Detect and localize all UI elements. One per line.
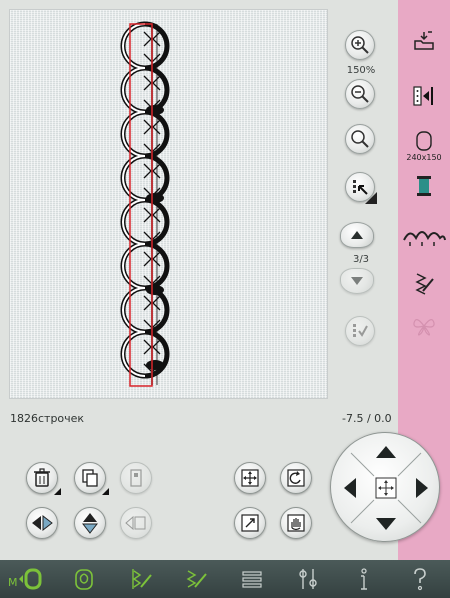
select-tool-button[interactable]: [345, 172, 377, 204]
svg-text:M: M: [8, 576, 18, 589]
stitch-program-button[interactable]: [398, 262, 450, 306]
dpad-down-icon: [376, 518, 396, 530]
mirror-horizontal-icon: [32, 515, 53, 531]
rotate-icon: [287, 469, 305, 487]
page-down-button[interactable]: [340, 268, 374, 294]
settings-icon: [299, 569, 317, 589]
taskbar-list[interactable]: [224, 560, 280, 598]
copy-icon: [82, 469, 98, 487]
thread-spool-icon: [417, 176, 431, 196]
dpad-up-icon: [376, 446, 396, 458]
stitch-count: 1826строчек: [10, 412, 85, 425]
butterfly-button[interactable]: [398, 304, 450, 348]
hoop-button[interactable]: 240x150: [398, 124, 450, 168]
dpad-left-icon: [344, 478, 356, 498]
scale-icon: [241, 514, 259, 532]
move-icon: [241, 469, 259, 487]
open-folder-icon: [414, 31, 434, 50]
taskbar-settings[interactable]: [280, 560, 336, 598]
zoom-out-icon: [351, 85, 369, 103]
taskbar: M: [0, 560, 450, 598]
list-icon: [242, 571, 262, 588]
embroidery-design-button[interactable]: [398, 214, 450, 258]
taskbar-stitch-program[interactable]: [168, 560, 224, 598]
embroidery-canvas[interactable]: [9, 9, 328, 399]
arrow-down-icon: [351, 277, 363, 285]
stitch-program-icon: [415, 273, 434, 295]
scale-button[interactable]: [234, 507, 266, 539]
trash-icon: [34, 468, 50, 487]
zoom-in-icon: [351, 36, 369, 54]
taskbar-stitch-edit[interactable]: [112, 560, 168, 598]
dpad-right-icon: [416, 478, 428, 498]
embroidery-editor: 150% 3/3 240x150 1826строчек -7.5 / 0.0 …: [0, 0, 450, 598]
design-icon: [75, 569, 93, 590]
delete-button[interactable]: [26, 462, 61, 495]
mirror-disabled-button[interactable]: [120, 507, 152, 539]
rotate-button[interactable]: [280, 462, 312, 494]
zoom-out-button[interactable]: [345, 79, 375, 109]
taskbar-design[interactable]: [56, 560, 112, 598]
stitch-edit-icon: [132, 569, 152, 589]
hoop-icon: [416, 131, 432, 151]
magnifier-icon: [351, 130, 369, 148]
group-button[interactable]: [120, 462, 152, 494]
mirror-vertical-icon: [82, 513, 98, 534]
hand-icon: [287, 514, 305, 532]
pan-button[interactable]: [280, 507, 312, 539]
zoom-to-fit-button[interactable]: [345, 124, 375, 154]
taskbar-info[interactable]: [336, 560, 392, 598]
copy-button[interactable]: [74, 462, 109, 495]
embroidery-design-icon: [403, 231, 446, 246]
group-icon: [130, 469, 142, 487]
help-icon: [414, 568, 426, 591]
needle-position-button[interactable]: [398, 74, 450, 118]
thread-color-button[interactable]: [345, 316, 375, 346]
zoom-level-label: 150%: [346, 65, 376, 76]
info-icon: [361, 568, 367, 590]
position-readout: -7.5 / 0.0: [342, 412, 392, 425]
embroidery-mode-icon: M: [8, 568, 42, 590]
move-dpad[interactable]: [330, 432, 440, 542]
arrow-up-icon: [351, 231, 363, 239]
thread-spool-button[interactable]: [398, 164, 450, 208]
select-cursor-icon: [353, 180, 368, 195]
mirror-disabled-icon: [125, 515, 146, 531]
butterfly-icon: [413, 319, 435, 336]
stitch-program-icon: [186, 570, 207, 588]
embroidery-design[interactable]: [10, 10, 329, 400]
page-up-button[interactable]: [340, 222, 374, 248]
zoom-in-button[interactable]: [345, 30, 375, 60]
hoop-size-label: 240x150: [406, 153, 442, 162]
thread-color-icon: [353, 324, 368, 337]
mirror-horizontal-button[interactable]: [26, 507, 58, 539]
mirror-vertical-button[interactable]: [74, 507, 106, 539]
move-button[interactable]: [234, 462, 266, 494]
needle-position-icon: [413, 86, 433, 106]
page-indicator: 3/3: [352, 254, 370, 265]
taskbar-embroidery-mode[interactable]: M: [0, 560, 56, 598]
taskbar-help[interactable]: [392, 560, 448, 598]
open-folder-button[interactable]: [398, 20, 450, 64]
